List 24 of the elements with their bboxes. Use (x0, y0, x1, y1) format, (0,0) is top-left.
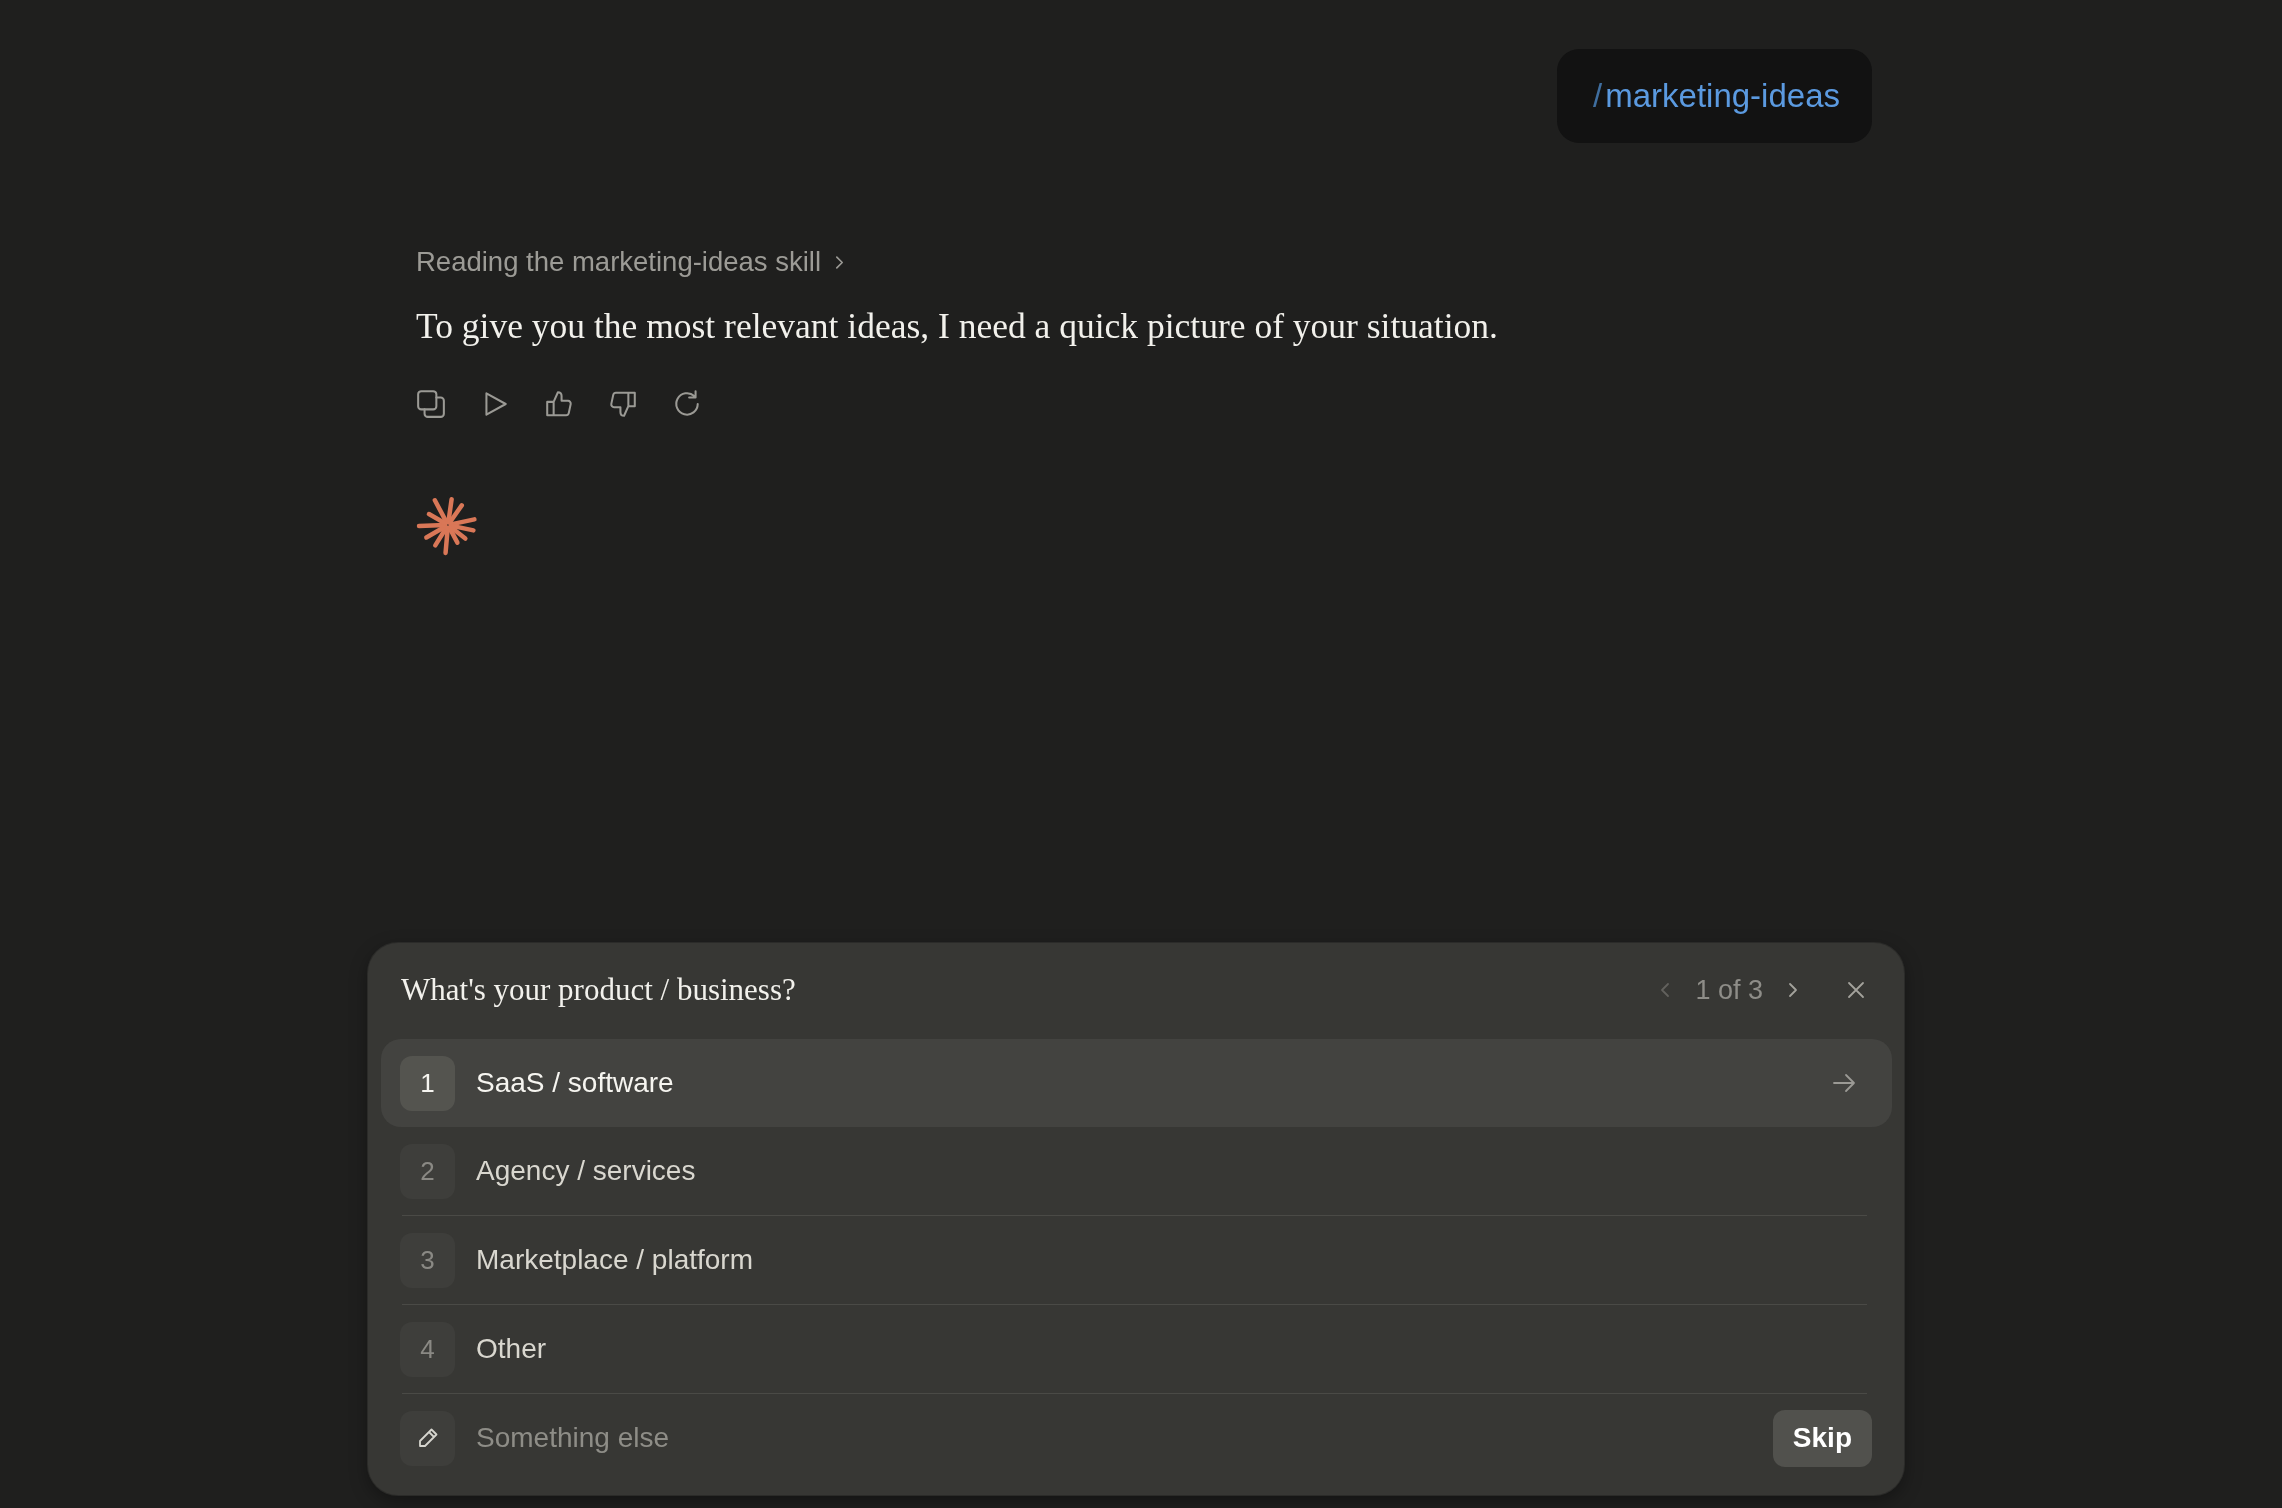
other-answer-input[interactable]: Something else (476, 1410, 1773, 1466)
skip-button[interactable]: Skip (1772, 1409, 1872, 1467)
slash-command-message: /marketing-ideas (1557, 49, 1872, 143)
activity-toggle[interactable]: Reading the marketing-ideas skill (416, 243, 845, 281)
assistant-message: To give you the most relevant ideas, I need a quick picture of your situation. (416, 305, 1498, 348)
thumbs-up-icon[interactable] (544, 389, 574, 419)
option-row[interactable]: 1 SaaS / software (381, 1039, 1892, 1127)
pencil-icon (400, 1410, 455, 1466)
page-counter: 1 of 3 (1695, 974, 1763, 1006)
retry-icon[interactable] (672, 389, 702, 419)
chevron-right-icon (835, 254, 845, 270)
option-number: 4 (400, 1321, 455, 1377)
option-number: 2 (400, 1143, 455, 1199)
next-icon[interactable] (1788, 982, 1798, 998)
option-number: 1 (400, 1055, 455, 1111)
close-icon[interactable] (1846, 980, 1866, 1000)
option-row[interactable]: 2 Agency / services (381, 1127, 1892, 1215)
option-number: 3 (400, 1232, 455, 1288)
copy-icon[interactable] (416, 389, 446, 419)
option-row[interactable]: 3 Marketplace / platform (381, 1216, 1892, 1304)
thumbs-down-icon[interactable] (608, 389, 638, 419)
arrow-right-icon (1832, 1071, 1856, 1095)
question-title: What's your product / business? (401, 972, 797, 1008)
option-row[interactable]: 4 Other (381, 1305, 1892, 1393)
